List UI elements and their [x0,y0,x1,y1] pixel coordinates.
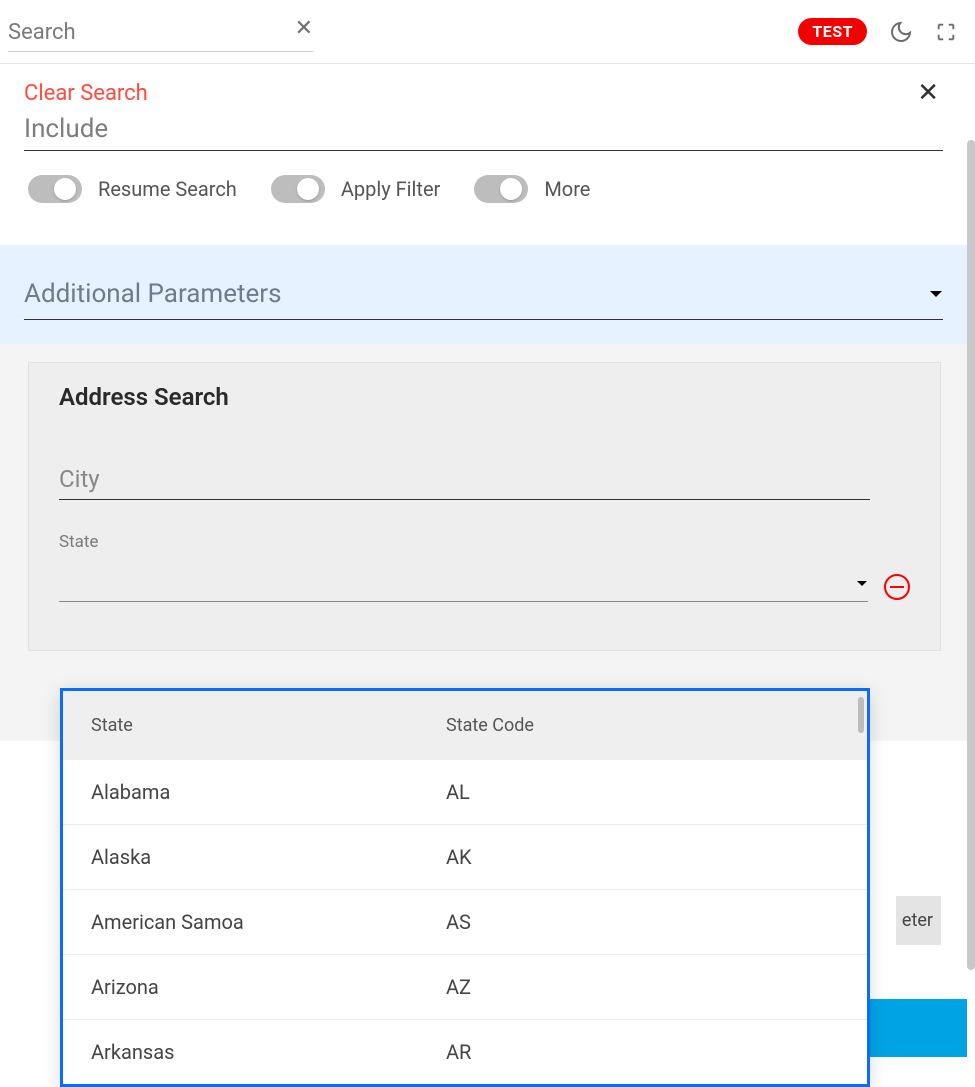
include-field[interactable]: Include [24,114,943,151]
state-code: AL [446,780,470,804]
search-input[interactable] [8,16,313,52]
state-code: AS [446,910,471,934]
dropdown-row[interactable]: Arizona AZ [63,955,867,1020]
include-section: Include Resume Search Apply Filter More [0,114,967,217]
state-code: AR [446,1040,471,1064]
dropdown-body: Alabama AL Alaska AK American Samoa AS A… [63,760,867,1084]
address-search-panel: Address Search City State [28,362,941,651]
dropdown-row[interactable]: American Samoa AS [63,890,867,955]
state-label: State [59,532,910,552]
city-placeholder: City [59,465,100,493]
clear-search-icon[interactable]: ✕ [295,18,313,40]
page-scrollbar[interactable] [967,140,975,970]
dropdown-row[interactable]: Alabama AL [63,760,867,825]
state-dropdown: State State Code Alabama AL Alaska AK Am… [60,688,870,1087]
moon-icon[interactable] [889,20,913,44]
state-name: Alabama [91,780,446,804]
toggle-label: Resume Search [98,177,237,201]
toggle-label: More [544,177,590,201]
additional-parameters-band: Additional Parameters [0,245,967,344]
toggle-apply-filter: Apply Filter [271,175,441,203]
expand-icon[interactable] [935,21,957,43]
switch-more[interactable] [474,175,528,203]
caret-down-icon [856,580,868,588]
dropdown-header-state: State [91,715,446,736]
add-parameter-button[interactable]: eter [896,896,941,945]
dropdown-header-code: State Code [446,715,534,736]
dropdown-header: State State Code [63,691,867,760]
remove-icon[interactable] [884,574,910,600]
switch-resume-search[interactable] [28,175,82,203]
additional-parameters-title: Additional Parameters [24,279,282,309]
state-select[interactable] [59,572,868,602]
include-label: Include [24,114,108,144]
dialog-header: Clear Search ✕ [0,64,967,114]
panel-area: Address Search City State [0,344,967,741]
topbar: ✕ TEST [0,0,975,64]
toggle-resume-search: Resume Search [28,175,237,203]
dropdown-row[interactable]: Alaska AK [63,825,867,890]
toggle-more: More [474,175,590,203]
dropdown-scrollbar[interactable] [858,697,864,733]
state-name: American Samoa [91,910,446,934]
switch-apply-filter[interactable] [271,175,325,203]
state-name: Arizona [91,975,446,999]
chevron-down-icon [929,289,943,299]
toggle-row: Resume Search Apply Filter More [24,175,943,203]
dropdown-row[interactable]: Arkansas AR [63,1020,867,1084]
test-badge: TEST [798,18,867,45]
clear-search-link[interactable]: Clear Search [24,81,148,106]
topbar-actions: TEST [798,18,957,45]
close-icon[interactable]: ✕ [917,80,939,106]
city-input[interactable]: City [59,461,870,500]
toggle-label: Apply Filter [341,177,441,201]
state-name: Arkansas [91,1040,446,1064]
additional-parameters-row[interactable]: Additional Parameters [24,279,943,320]
state-code: AZ [446,975,471,999]
primary-action-button[interactable] [857,999,967,1057]
state-row [59,572,910,602]
state-code: AK [446,845,472,869]
search-field-wrap: ✕ [8,12,313,52]
state-name: Alaska [91,845,446,869]
address-search-title: Address Search [59,383,910,411]
